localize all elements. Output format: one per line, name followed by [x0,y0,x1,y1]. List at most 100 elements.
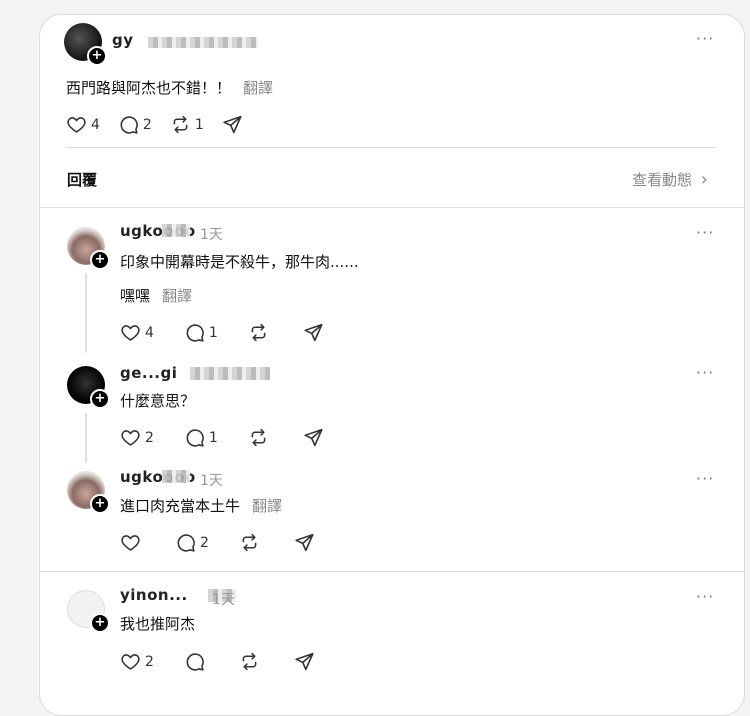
heart-icon [66,114,87,135]
share-button[interactable] [303,427,328,448]
comment-count: 1 [208,324,218,341]
send-icon [303,322,324,343]
repost-button[interactable]: 1 [170,114,204,135]
comment-button[interactable] [184,651,209,672]
share-button[interactable] [294,651,319,672]
more-horizontal-icon[interactable]: ··· [696,363,714,382]
more-horizontal-icon[interactable]: ··· [696,469,714,488]
comment-actions: 2 1 [120,427,346,448]
repost-button[interactable] [239,651,264,672]
thread-card: + gy ··· 西門路與阿杰也不錯！！ 翻譯 4 2 1 回覆 查看動態 › +… [39,14,745,716]
comment-avatar[interactable]: + [67,590,110,633]
comment-username[interactable]: yinon... [120,586,188,604]
like-count: 4 [145,324,154,341]
redacted-username [162,470,190,483]
comment-extra-text: 嘿嘿 [120,287,151,305]
follow-plus-icon[interactable]: + [90,494,110,514]
redacted-username [190,367,270,380]
send-icon [303,427,324,448]
repost-icon [248,322,269,343]
share-button[interactable] [294,532,319,553]
repost-icon [239,651,260,672]
comment-text: 進口肉充當本土牛 [120,497,241,515]
comment-avatar[interactable]: + [67,227,110,270]
follow-plus-icon[interactable]: + [90,250,110,270]
comment-avatar[interactable]: + [67,366,110,409]
section-divider [40,207,744,208]
comment-avatar[interactable]: + [67,471,110,514]
share-button[interactable] [222,114,247,135]
repost-count: 1 [194,116,204,133]
comment-text: 我也推阿杰 [120,615,196,633]
comment-icon [118,114,139,135]
more-horizontal-icon[interactable]: ··· [696,587,714,606]
heart-icon [120,651,141,672]
send-icon [294,651,315,672]
follow-plus-icon[interactable]: + [90,389,110,409]
like-button[interactable]: 2 [120,427,154,448]
comment-button[interactable]: 2 [118,114,152,135]
comment-username[interactable]: ge...gi [120,364,177,382]
replies-label: 回覆 [67,171,98,189]
chevron-right-icon: › [700,169,708,190]
comment-text: 印象中開幕時是不殺牛，那牛肉...... [120,253,359,271]
view-activity-label: 查看動態 [632,171,693,189]
like-count: 4 [91,116,100,133]
like-button[interactable]: 4 [66,114,100,135]
more-horizontal-icon[interactable]: ··· [696,29,714,48]
comment-time: 1天 [212,592,235,608]
like-count: 2 [145,429,154,446]
comment-actions: 4 1 [120,322,346,343]
comment-translate-link[interactable]: 翻譯 [252,497,282,515]
send-icon [294,532,315,553]
send-icon [222,114,243,135]
section-divider [40,571,744,572]
comment-icon [184,651,205,672]
post-actions: 4 2 1 [66,114,265,135]
post-username[interactable]: gy [112,31,134,49]
comment-translate-link[interactable]: 翻譯 [162,287,192,305]
like-button[interactable]: 4 [120,322,154,343]
repost-button[interactable] [248,322,273,343]
comment-button[interactable]: 1 [184,427,218,448]
heart-icon [120,532,141,553]
thread-line [85,273,87,353]
post-text: 西門路與阿杰也不錯！！ [66,79,232,97]
repost-button[interactable] [239,532,264,553]
comment-time: 1天 [200,473,223,489]
repost-icon [170,114,191,135]
comment-count: 1 [208,429,218,446]
comment-text: 什麼意思？ [120,392,196,410]
comment-button[interactable]: 1 [184,322,218,343]
post-avatar[interactable]: + [64,23,107,66]
like-count: 2 [145,653,154,670]
repost-button[interactable] [248,427,273,448]
comment-count: 2 [142,116,152,133]
view-activity-link[interactable]: 查看動態 › [632,169,708,190]
comment-actions: 2 [120,532,337,553]
comment-icon [184,427,205,448]
comment-icon [184,322,205,343]
post-translate-link[interactable]: 翻譯 [243,79,273,97]
like-button[interactable] [120,532,145,553]
comment-count: 2 [200,534,209,551]
repost-icon [248,427,269,448]
more-horizontal-icon[interactable]: ··· [696,223,714,242]
repost-icon [239,532,260,553]
heart-icon [120,322,141,343]
share-button[interactable] [303,322,328,343]
like-button[interactable]: 2 [120,651,154,672]
comment-actions: 2 [120,651,337,672]
post-text-line: 西門路與阿杰也不錯！！ 翻譯 [66,77,273,98]
redacted-username [148,37,258,48]
comment-extra-line: 嘿嘿 翻譯 [120,285,192,306]
follow-plus-icon[interactable]: + [87,46,107,66]
divider [66,147,716,148]
comment-button[interactable]: 2 [175,532,209,553]
follow-plus-icon[interactable]: + [90,613,110,633]
comment-text-line: 進口肉充當本土牛 翻譯 [120,495,282,516]
redacted-username [162,224,190,237]
heart-icon [120,427,141,448]
comment-time: 1天 [200,227,223,243]
thread-line [85,413,87,463]
